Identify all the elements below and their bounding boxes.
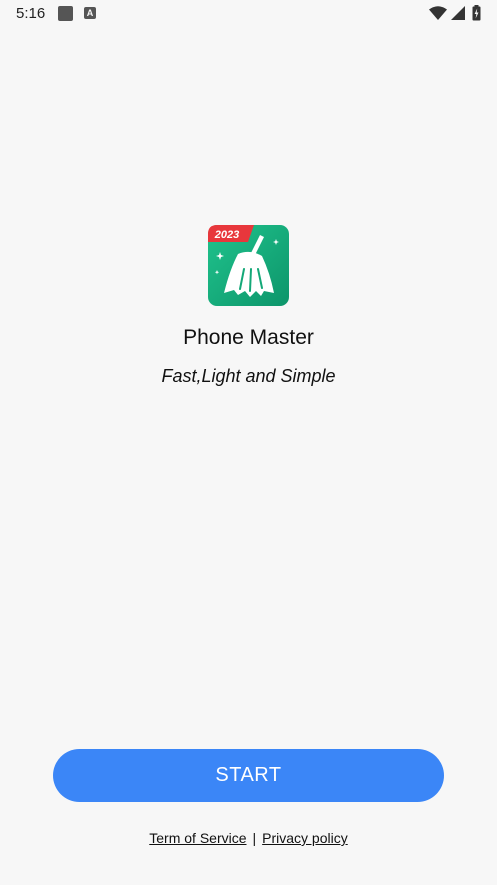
wifi-icon: [429, 6, 447, 20]
status-bar: 5:16 A: [0, 0, 497, 28]
broom-icon: 2023: [208, 225, 289, 306]
start-button[interactable]: START: [53, 749, 444, 802]
footer-links: Term of Service | Privacy policy: [0, 830, 497, 846]
signal-icon: [451, 6, 465, 20]
footer-separator: |: [252, 830, 257, 846]
terms-of-service-link[interactable]: Term of Service: [149, 830, 246, 846]
app-title: Phone Master: [183, 326, 314, 349]
status-time: 5:16: [16, 5, 46, 22]
notification-square-icon: [58, 6, 73, 21]
app-tagline: Fast,Light and Simple: [161, 366, 336, 386]
battery-icon: [472, 5, 481, 21]
badge-year: 2023: [214, 229, 239, 241]
a-notification-icon: A: [84, 7, 96, 19]
privacy-policy-link[interactable]: Privacy policy: [262, 830, 348, 846]
